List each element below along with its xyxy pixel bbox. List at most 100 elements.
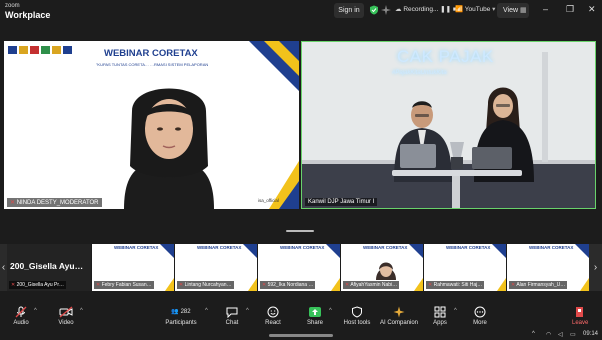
participant-display-name: 200_Gisella Ayu… [10, 261, 84, 271]
camera-off-icon [59, 306, 73, 318]
participant-name-tag: ✕ 592_Ika Nordiana … [260, 281, 316, 289]
audio-label: Audio [13, 320, 29, 326]
cak-pajak-hashtag: #PajakKitaUntukKita [392, 70, 447, 76]
audio-button[interactable]: Audio [10, 306, 32, 326]
banner-title: WEBINAR CORETAX [104, 48, 198, 59]
mic-muted-icon: ✕ [10, 200, 17, 206]
participants-options-caret-icon[interactable]: ^ [205, 308, 208, 314]
participant-name-tag: ✕ Febry Fabian Susan… [94, 281, 154, 289]
studio-video [302, 42, 595, 208]
video-label: Video [58, 320, 74, 326]
minimize-icon[interactable]: – [543, 4, 548, 14]
banner-stripes [326, 244, 340, 291]
volume-icon[interactable]: ◁ [558, 331, 563, 338]
gallery-prev-button[interactable]: ‹ [0, 244, 7, 291]
apps-options-caret-icon[interactable]: ^ [454, 308, 457, 314]
participants-count: 282 [180, 309, 191, 315]
gallery-resize-handle[interactable] [286, 230, 314, 232]
banner-stripes [243, 244, 257, 291]
ai-companion-button[interactable]: AI Companion [378, 306, 420, 326]
participant-name: Alan Firmansyah_U… [516, 282, 566, 288]
gallery-tile[interactable]: WEBINAR CORETAX ✕ AfiyahYasmin Nabi… [341, 244, 423, 291]
recording-label: Recording... [403, 6, 439, 13]
share-button[interactable]: Share [304, 306, 326, 326]
leave-label: Leave [572, 320, 589, 326]
system-clock[interactable]: 09:14 [583, 331, 598, 337]
tile-banner-title: WEBINAR CORETAX [197, 245, 242, 250]
audio-options-caret-icon[interactable]: ^ [34, 308, 37, 314]
gallery-tile[interactable]: WEBINAR CORETAX ✕ Febry Fabian Susan… [92, 244, 174, 291]
watermark-text: isa_official [258, 198, 279, 203]
video-tile-moderator[interactable]: WEBINAR CORETAX "KUPAS TUNTAS CORETA… …R… [4, 41, 299, 209]
gallery-tile-camera-off[interactable]: 200_Gisella Ayu… ✕ 200_Gisella Ayu Pr… [7, 244, 91, 291]
chat-label: Chat [225, 320, 239, 326]
participant-name-tag: Kanwil DJP Jawa Timur I [305, 198, 378, 206]
participant-name: NINDA DESTY_MODERATOR [16, 200, 99, 206]
view-label: View [503, 7, 519, 14]
participant-name-tag: ✕ Alan Firmansyah_U… [509, 281, 568, 289]
host-tools-label: Host tools [343, 320, 371, 326]
participant-name: Febry Fabian Susan… [101, 282, 152, 288]
sign-in-button[interactable]: Sign in [334, 3, 364, 18]
gallery-tile[interactable]: WEBINAR CORETAX ✕ Alan Firmansyah_U… [507, 244, 589, 291]
sparkle-icon[interactable] [381, 5, 391, 15]
gallery-tile[interactable]: WEBINAR CORETAX ✕ Lintang Nurcahyan… [175, 244, 257, 291]
banner-subtitle: "KUPAS TUNTAS CORETA… …RMASI SISTEM PELA… [96, 62, 209, 67]
sponsor-logos [8, 46, 72, 54]
apps-label: Apps [433, 320, 447, 326]
view-button[interactable]: View ▦ [497, 3, 529, 18]
participant-name-tag: ✕ Rahmawati: Siti Haj… [426, 281, 485, 289]
tile-banner-title: WEBINAR CORETAX [446, 245, 491, 250]
chat-options-caret-icon[interactable]: ^ [246, 308, 249, 314]
ai-companion-label: AI Companion [379, 320, 419, 326]
youtube-label: YouTube [464, 6, 491, 13]
people-icon: 👥 [171, 309, 179, 315]
close-icon[interactable]: ✕ [588, 4, 596, 15]
video-options-caret-icon[interactable]: ^ [80, 308, 83, 314]
mic-muted-icon [15, 306, 27, 318]
video-tile-active-speaker[interactable]: CAK PAJAK #PajakKitaUntukKita Kanwil DJP… [301, 41, 596, 209]
banner-stripes [249, 41, 299, 209]
participant-video-face [376, 262, 396, 280]
maximize-icon[interactable]: ❐ [566, 4, 574, 15]
gallery-tile[interactable]: WEBINAR CORETAX ✕ 592_Ika Nordiana … [258, 244, 340, 291]
zoom-window: zoom Workplace Sign in ☁ Recording... ❚❚… [0, 0, 602, 340]
host-tools-button[interactable]: Host tools [340, 306, 374, 326]
gallery-tile[interactable]: WEBINAR CORETAX ✕ Rahmawati: Siti Haj… [424, 244, 506, 291]
participant-name: AfiyahYasmin Nabi… [350, 282, 398, 288]
battery-icon[interactable]: ▭ [570, 331, 576, 338]
more-button[interactable]: More [470, 306, 490, 326]
react-label: React [265, 320, 281, 326]
title-bar: zoom Workplace Sign in ☁ Recording... ❚❚… [0, 0, 602, 22]
banner-stripes [409, 244, 423, 291]
video-button[interactable]: Video [55, 306, 77, 326]
leave-button[interactable]: Leave [572, 306, 588, 326]
app-logo-line2: Workplace [5, 10, 51, 20]
chevron-up-icon[interactable]: ^ [532, 331, 535, 337]
more-label: More [473, 320, 487, 326]
participant-name-tag: ✕ 200_Gisella Ayu Pr… [9, 281, 67, 289]
banner-stripes [492, 244, 506, 291]
share-options-caret-icon[interactable]: ^ [329, 308, 332, 314]
participant-name: 200_Gisella Ayu Pr… [16, 282, 65, 288]
apps-button[interactable]: Apps [430, 306, 450, 326]
participant-name: Kanwil DJP Jawa Timur I [308, 199, 375, 205]
react-button[interactable]: React [262, 306, 284, 326]
youtube-live-indicator[interactable]: 📶 YouTube ▾ [455, 5, 495, 13]
emoji-icon [267, 306, 279, 318]
shield-check-icon[interactable] [369, 5, 379, 15]
app-logo: zoom Workplace [5, 2, 50, 20]
participant-name: Lintang Nurcahyan… [184, 282, 232, 288]
tile-banner-title: WEBINAR CORETAX [363, 245, 408, 250]
apps-icon [434, 306, 446, 318]
recording-indicator[interactable]: ☁ Recording... ❚❚ ■ [395, 5, 457, 13]
participants-label: Participants [165, 320, 197, 326]
participant-name: Rahmawati: Siti Haj… [433, 282, 483, 288]
wifi-icon[interactable]: ◠ [546, 331, 551, 338]
gallery-next-button[interactable]: › [589, 244, 602, 291]
participants-button[interactable]: 👥 282 Participants [162, 306, 200, 326]
moderator-video [124, 88, 214, 209]
banner-stripes [160, 244, 174, 291]
chat-button[interactable]: Chat [222, 306, 242, 326]
leave-door-icon [576, 307, 584, 317]
